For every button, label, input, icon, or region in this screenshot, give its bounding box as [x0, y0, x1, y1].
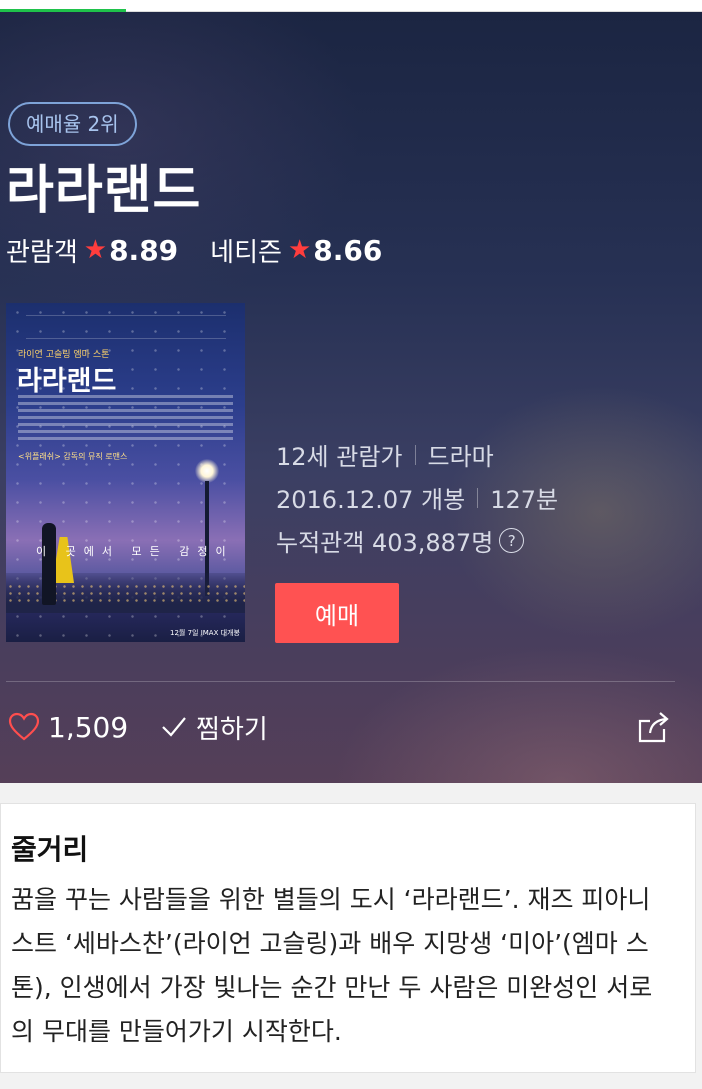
poster-award-credits: [26, 315, 226, 339]
poster-lamp-glow: [195, 459, 219, 483]
audience-count-line: 누적관객 403,887명 ?: [276, 523, 525, 558]
movie-poster[interactable]: 라이언 고슬링 엠마 스톤 라라랜드 <위플래쉬> 감독의 뮤직 로맨스 이 곳…: [6, 303, 245, 642]
poster-title: 라라랜드: [17, 366, 117, 397]
audience-rating-label: 관람객: [6, 237, 78, 268]
age-genre-line: 12세 관람가 드라마: [276, 437, 494, 472]
star-icon: ★: [83, 235, 108, 265]
netizen-rating-value: 8.66: [313, 233, 383, 267]
like-count: 1,509: [48, 710, 129, 744]
movie-hero: 예매율 2위 라라랜드 관람객 ★ 8.89 네티즌 ★ 8.66 라이언 고슬…: [0, 12, 702, 783]
age-rating: 12세 관람가: [276, 443, 403, 471]
info-divider: [477, 487, 479, 508]
heart-icon: [8, 712, 40, 741]
audience-rating-value: 8.89: [109, 233, 179, 267]
section-divider: [6, 681, 675, 682]
synopsis-text: 꿈을 꾸는 사람들을 위한 별들의 도시 ‘라라랜드’. 재즈 피아니스트 ‘세…: [11, 885, 653, 1046]
synopsis-card: 줄거리 꿈을 꾸는 사람들을 위한 별들의 도시 ‘라라랜드’. 재즈 피아니스…: [0, 803, 696, 1073]
release-runtime-line: 2016.12.07 개봉 127분: [276, 480, 558, 515]
rank-badge: 예매율 2위: [8, 102, 137, 146]
share-icon[interactable]: [636, 709, 672, 745]
poster-credit-lines: [18, 395, 233, 444]
star-icon: ★: [287, 235, 312, 265]
wish-button[interactable]: 찜하기: [160, 704, 268, 750]
synopsis-heading: 줄거리: [11, 833, 89, 866]
cumulative-audience: 누적관객 403,887명: [276, 529, 494, 557]
poster-couple: [40, 515, 74, 605]
check-icon: [162, 717, 186, 737]
ratings: 관람객 ★ 8.89 네티즌 ★ 8.66: [6, 230, 382, 270]
help-icon[interactable]: ?: [499, 528, 525, 553]
page-load-progress: [0, 0, 702, 12]
netizen-rating-label: 네티즌: [210, 237, 282, 268]
genre: 드라마: [427, 443, 494, 471]
info-divider: [414, 444, 416, 465]
poster-director-line: <위플래쉬> 감독의 뮤직 로맨스: [18, 452, 128, 461]
wish-label: 찜하기: [196, 714, 268, 745]
runtime: 127분: [490, 486, 559, 514]
poster-tagline: 이 곳에서 모든 감정이 폭발한다: [36, 545, 245, 558]
poster-man: [42, 523, 56, 605]
book-button[interactable]: 예매: [275, 583, 399, 643]
like-button[interactable]: 1,509: [8, 704, 128, 750]
poster-release-note: 12월 7일 IMAX 대개봉: [170, 629, 240, 637]
movie-title: 라라랜드: [6, 161, 202, 221]
release-date: 2016.12.07 개봉: [276, 486, 466, 514]
